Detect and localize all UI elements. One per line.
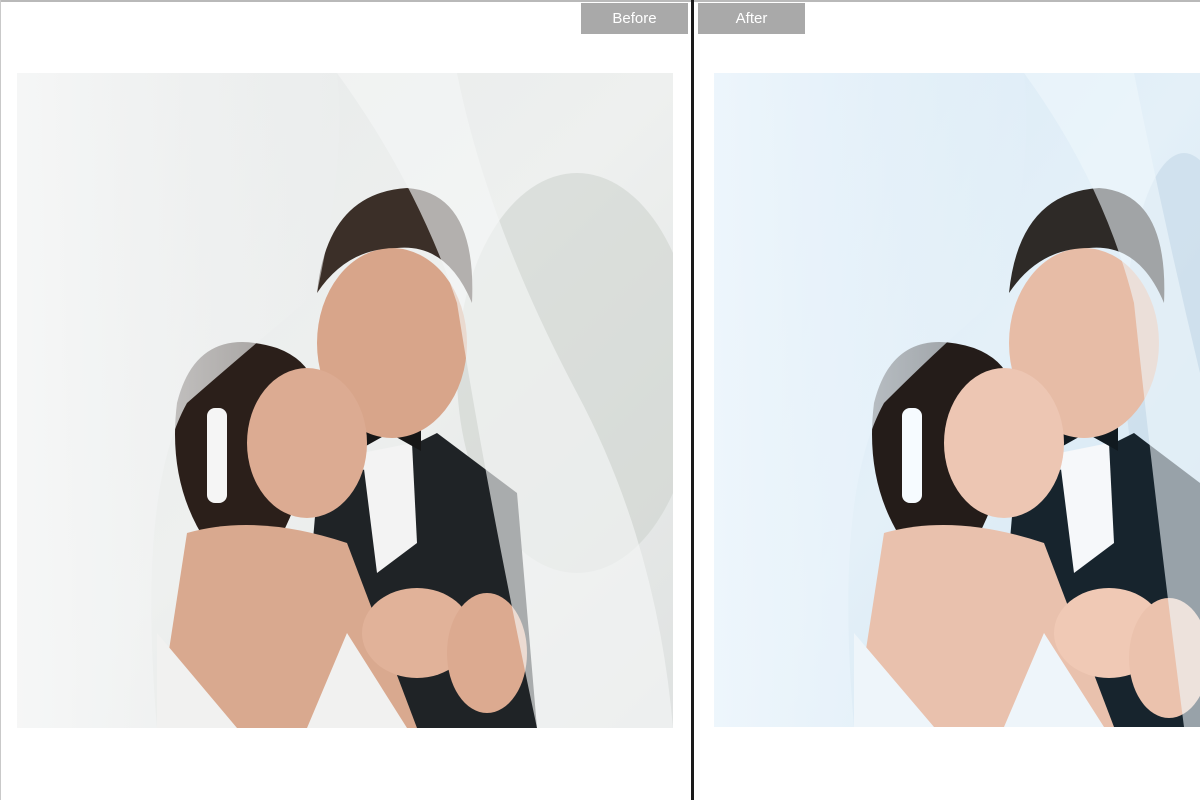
before-photo xyxy=(17,73,673,728)
before-after-comparison: Before After xyxy=(0,0,1200,800)
top-border xyxy=(0,0,1200,2)
left-border xyxy=(0,0,1,800)
after-photo-image xyxy=(714,73,1200,727)
tab-after[interactable]: After xyxy=(698,3,805,34)
comparison-divider[interactable] xyxy=(691,0,694,800)
before-photo-image xyxy=(17,73,673,728)
tab-before[interactable]: Before xyxy=(581,3,688,34)
after-photo xyxy=(714,73,1200,727)
